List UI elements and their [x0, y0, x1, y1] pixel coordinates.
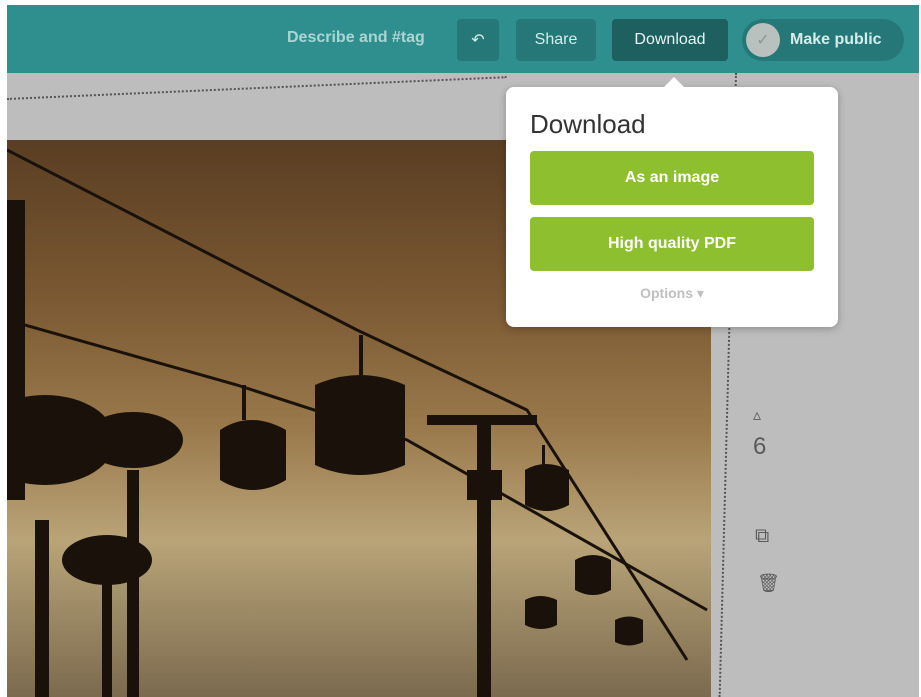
- undo-icon: ↶: [471, 32, 485, 49]
- make-public-toggle[interactable]: ✓ Make public: [742, 19, 904, 61]
- trash-icon[interactable]: 🗑: [757, 573, 780, 594]
- describe-and-tag-link[interactable]: Describe and #tag: [287, 29, 425, 47]
- download-menu-title: Download: [530, 109, 646, 139]
- download-button[interactable]: Download: [612, 19, 728, 61]
- editor-frame: ▵ 6 ⧉ 🗑 Describe and #tag ↶ Share Downlo…: [7, 5, 919, 697]
- toggle-check-icon: ✓: [746, 23, 780, 57]
- undo-button[interactable]: ↶: [457, 19, 499, 61]
- dropdown-arrow: [664, 77, 684, 87]
- options-toggle[interactable]: Options ▾: [506, 285, 838, 302]
- top-toolbar: Describe and #tag ↶ Share Download ✓ Mak…: [7, 5, 919, 73]
- share-button[interactable]: Share: [516, 19, 596, 61]
- make-public-label: Make public: [790, 31, 882, 48]
- download-pdf-button[interactable]: High quality PDF: [530, 217, 814, 271]
- copy-icon[interactable]: ⧉: [755, 525, 769, 548]
- download-as-image-button[interactable]: As an image: [530, 151, 814, 205]
- page-number: 6: [753, 433, 767, 460]
- download-dropdown: Download As an image High quality PDF Op…: [506, 77, 838, 327]
- move-up-icon[interactable]: ▵: [753, 405, 761, 425]
